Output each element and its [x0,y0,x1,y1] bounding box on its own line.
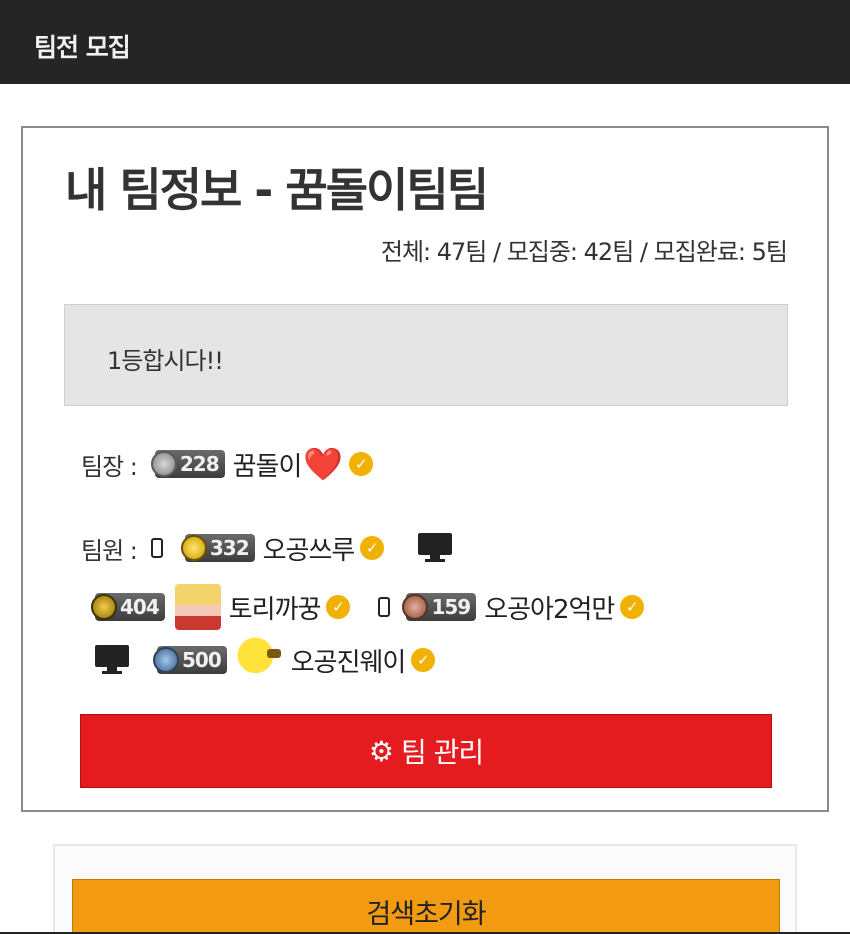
level-number: 159 [431,595,471,619]
level-badge: 332 [180,534,255,562]
avatar [236,637,283,683]
check-badge-icon: ✓ [411,648,436,672]
members-label: 팀원 : [81,536,138,565]
search-reset-label: 검색초기화 [366,898,486,930]
level-number: 228 [179,452,220,476]
member-name[interactable]: 오공아2억만 [484,589,615,626]
heart-icon: ❤️ [303,445,344,483]
mobile-phone-icon [378,597,391,617]
team-title: 내 팀정보 - 꿈돌이팀팀 [65,163,489,217]
desktop-monitor-icon [95,645,129,675]
level-number: 404 [120,595,160,619]
rank-emblem-icon [153,647,179,673]
member-name[interactable]: 오공쓰루 [263,530,356,567]
check-badge-icon: ✓ [326,595,351,619]
leader-row: 팀장 : 228 꿈돌이 ❤️ ✓ [81,444,374,484]
members-row-1: 팀원 : 332 오공쓰루 ✓ [81,528,453,568]
my-team-card: 내 팀정보 - 꿈돌이팀팀 전체: 47팀 / 모집중: 42팀 / 모집완료:… [21,126,829,812]
team-manage-label: 팀 관리 [400,736,484,769]
rank-emblem-icon [150,451,177,477]
top-bar: 팀전 모집 [0,0,850,84]
member-name[interactable]: 토리까꿍 [229,589,322,626]
search-reset-button[interactable]: 검색초기화 [72,879,780,934]
gear-icon: ⚙ [368,734,394,768]
mobile-phone-icon [150,538,163,558]
team-manage-button[interactable]: ⚙ 팀 관리 [80,714,772,788]
level-badge: 404 [91,593,165,621]
rank-emblem-icon [402,594,429,620]
level-badge: 159 [402,593,477,621]
member-name[interactable]: 꿈돌이 [233,446,303,483]
members-row-2: 404 토리까꿍 ✓ 159 오공아2억만 ✓ [89,582,645,632]
search-card: 검색초기화 [53,844,797,934]
member-name[interactable]: 오공진웨이 [291,642,407,679]
check-badge-icon: ✓ [349,452,374,476]
desktop-monitor-icon [418,533,453,563]
team-stats: 전체: 47팀 / 모집중: 42팀 / 모집완료: 5팀 [380,238,788,266]
rank-emblem-icon [91,594,117,620]
leader-label: 팀장 : [81,452,138,481]
level-number: 332 [209,536,250,560]
page-title: 팀전 모집 [34,33,131,62]
members-row-3: 500 오공진웨이 ✓ [95,634,436,686]
avatar [174,584,221,630]
check-badge-icon: ✓ [620,595,645,619]
level-badge: 500 [153,646,227,674]
team-motto: 1등합시다!! [107,347,224,375]
check-badge-icon: ✓ [360,536,385,560]
level-badge: 228 [150,450,225,478]
level-number: 500 [182,648,222,672]
team-motto-box: 1등합시다!! [64,304,788,406]
rank-emblem-icon [180,535,207,561]
